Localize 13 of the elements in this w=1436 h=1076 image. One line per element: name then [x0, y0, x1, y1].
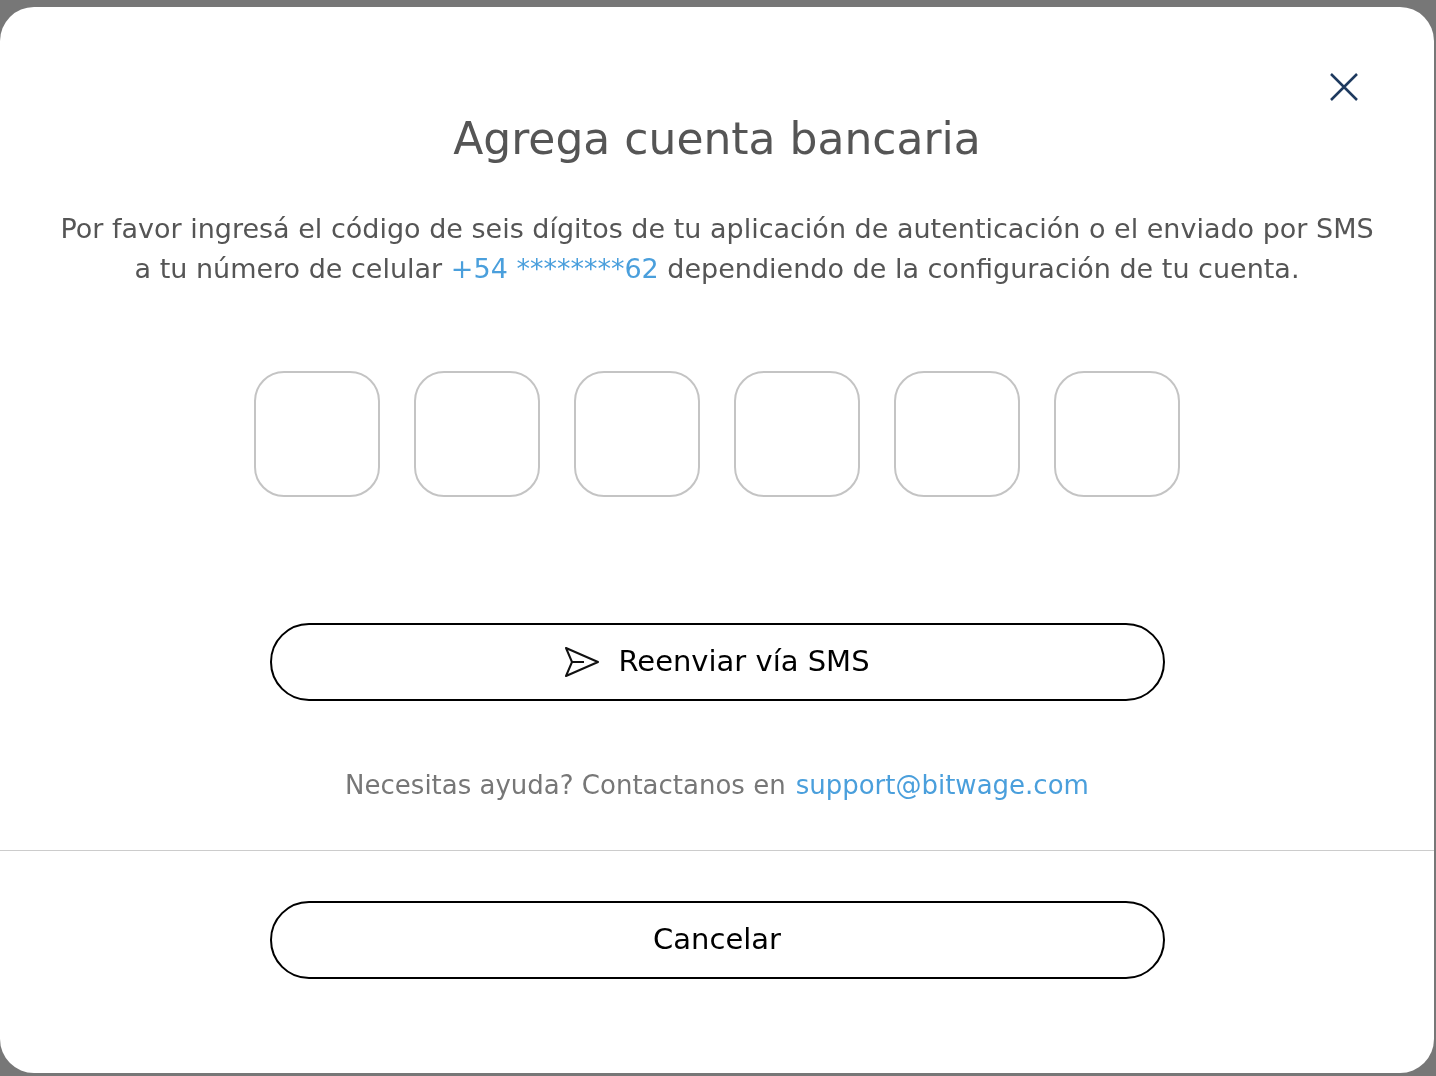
cancel-button[interactable]: Cancelar [269, 901, 1165, 979]
send-icon [564, 646, 601, 678]
code-digit-field[interactable] [414, 371, 540, 497]
instructions-text: Por favor ingresá el código de seis dígitos de tu aplicación de autenticación o el enviado por SMS a tu número de celular +54 ********62 dependiendo de la configuración de tu cuenta. [59, 212, 1375, 286]
code-digit-field[interactable] [574, 371, 700, 497]
code-digit-field[interactable] [894, 371, 1020, 497]
code-digit-field[interactable] [734, 371, 860, 497]
code-digit-field[interactable] [254, 371, 380, 497]
dialog-title: Agrega cuenta bancaria [453, 112, 981, 166]
resend-sms-button[interactable]: Reenviar vía SMS [269, 623, 1165, 701]
close-icon [1329, 72, 1359, 102]
code-digit-field[interactable] [1054, 371, 1180, 497]
help-text: Necesitas ayuda? Contactanos en [345, 769, 786, 802]
